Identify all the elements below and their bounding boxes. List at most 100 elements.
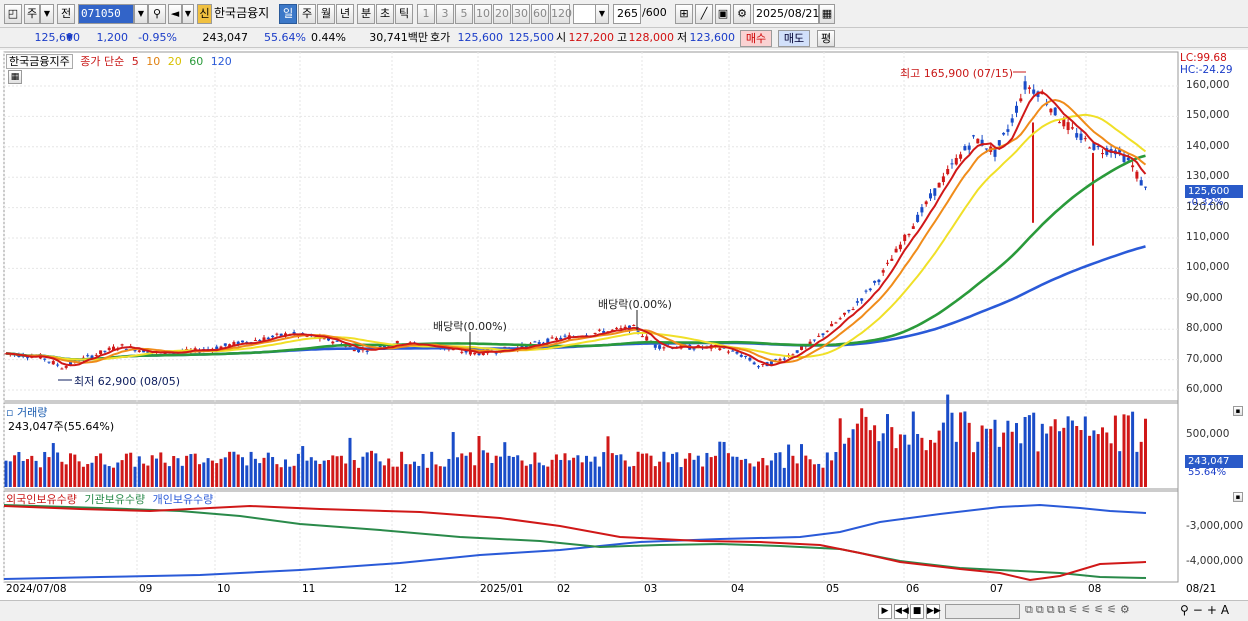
- interval-10-button[interactable]: 10: [474, 4, 492, 24]
- last-page-icon[interactable]: ▶▶: [926, 604, 941, 619]
- volume-bar: [339, 455, 343, 487]
- chart-type-icon[interactable]: ⊞: [675, 4, 693, 24]
- legend-ma-60: 60: [189, 55, 204, 68]
- volume-close-icon[interactable]: ▪: [1233, 406, 1243, 416]
- period-year-button[interactable]: 년: [336, 4, 354, 24]
- volume-bar: [1010, 431, 1014, 487]
- volume-bar: [834, 452, 838, 487]
- volume-bar: [185, 455, 189, 487]
- interval-30-button[interactable]: 30: [512, 4, 530, 24]
- candle-body: [744, 355, 748, 357]
- sell-button[interactable]: 매도: [778, 30, 810, 47]
- count-max: /600: [642, 6, 667, 19]
- gear-icon[interactable]: ⚙: [733, 4, 751, 24]
- volume-bar: [1049, 426, 1053, 487]
- volume-bar: [8, 461, 12, 487]
- interval-dropdown-icon[interactable]: ▼: [595, 4, 609, 24]
- calendar-icon[interactable]: ▦: [819, 4, 835, 24]
- candle-body: [43, 358, 47, 360]
- period-month-button[interactable]: 월: [317, 4, 335, 24]
- volume-bar: [941, 422, 945, 487]
- interval-1-button[interactable]: 1: [417, 4, 435, 24]
- zoom-controls[interactable]: ⚲−+A: [1180, 603, 1233, 617]
- scroll-right-icon[interactable]: ▶: [878, 604, 892, 619]
- candle-body: [137, 350, 141, 352]
- interval-5-button[interactable]: 5: [455, 4, 473, 24]
- volume-bar: [778, 452, 782, 487]
- period-second-button[interactable]: 초: [376, 4, 394, 24]
- interval-3-button[interactable]: 3: [436, 4, 454, 24]
- chart-canvas[interactable]: [0, 50, 1248, 601]
- period-tick-button[interactable]: 틱: [395, 4, 413, 24]
- volume-bar: [73, 454, 77, 487]
- volume-bar: [447, 458, 451, 487]
- volume-bar: [744, 458, 748, 487]
- period-dropdown-icon[interactable]: ▼: [40, 4, 54, 24]
- volume-bar: [146, 465, 150, 487]
- period-week-button[interactable]: 주: [298, 4, 316, 24]
- candle-body: [997, 140, 1001, 146]
- candle-body: [873, 280, 877, 283]
- window-menu-icon[interactable]: ◰: [4, 4, 22, 24]
- table-icon[interactable]: ▦: [8, 70, 22, 84]
- bid-ask-label: 호가: [430, 31, 451, 44]
- play-icon[interactable]: ■: [910, 604, 924, 619]
- volume-bar: [572, 457, 576, 487]
- holding-close-icon[interactable]: ▪: [1233, 492, 1243, 502]
- volume-bar: [38, 467, 42, 487]
- volume-bar: [4, 460, 8, 487]
- first-page-icon[interactable]: ◀◀: [894, 604, 909, 619]
- period-minute-button[interactable]: 분: [357, 4, 375, 24]
- volume-bar: [580, 462, 584, 487]
- volume-bar: [688, 453, 692, 487]
- volume-bar: [176, 458, 180, 487]
- search-icon[interactable]: ⚲: [148, 4, 166, 24]
- price-y-tick: 60,000: [1186, 383, 1223, 395]
- prefix-button[interactable]: 전: [57, 4, 75, 24]
- volume-bar: [86, 464, 90, 487]
- volume-bar: [1027, 415, 1031, 487]
- period-day-button[interactable]: 일: [279, 4, 297, 24]
- volume-bar: [890, 427, 894, 487]
- candle-body: [1027, 87, 1031, 89]
- interval-60-button[interactable]: 60: [531, 4, 549, 24]
- volume-bar: [228, 451, 232, 487]
- speaker-dropdown-icon[interactable]: ▼: [182, 4, 194, 24]
- draw-tool-icon[interactable]: ╱: [695, 4, 713, 24]
- volume-bar: [370, 450, 373, 487]
- x-tick-label: 08: [1088, 583, 1102, 595]
- layout-icons[interactable]: ⧉⧉⧉⧉⚟⚟⚟⚟⚙: [1025, 603, 1133, 617]
- chart-area[interactable]: 한국금융지주 종가 단순 5 10 20 60 120 ▦ LC:99.68 H…: [0, 50, 1248, 601]
- date-input[interactable]: 2025/08/21: [753, 4, 819, 24]
- volume-bar: [516, 455, 520, 487]
- stock-code-input[interactable]: 071050: [78, 4, 134, 24]
- scrollbar[interactable]: [945, 604, 1020, 619]
- volume-bar: [640, 453, 644, 487]
- interval-120-button[interactable]: 120: [550, 4, 572, 24]
- volume-bar: [1096, 434, 1100, 487]
- code-dropdown-icon[interactable]: ▼: [134, 4, 148, 24]
- period-main-select[interactable]: 주: [24, 4, 40, 24]
- volume-bar: [309, 457, 313, 487]
- candle-body: [911, 226, 915, 229]
- candle-body: [593, 332, 597, 334]
- x-tick-label: 06: [906, 583, 920, 595]
- save-icon[interactable]: ▣: [715, 4, 731, 24]
- candle-body: [933, 188, 937, 196]
- candle-body: [554, 338, 558, 341]
- legend-stock-name[interactable]: 한국금융지주: [6, 54, 73, 69]
- buy-button[interactable]: 매수: [740, 30, 772, 47]
- interval-20-button[interactable]: 20: [493, 4, 511, 24]
- volume-bar: [868, 430, 872, 487]
- eval-button[interactable]: 평: [817, 30, 835, 47]
- volume-bar: [739, 459, 743, 487]
- count-input[interactable]: 265: [613, 4, 641, 24]
- volume-bar: [417, 465, 421, 487]
- volume-bar: [365, 452, 369, 487]
- volume-bar: [1045, 433, 1049, 487]
- speaker-icon[interactable]: ◄: [168, 4, 182, 24]
- candle-body: [774, 358, 778, 360]
- candle-body: [645, 336, 649, 341]
- volume-bar: [993, 419, 997, 487]
- holding-y-tick-1: -3,000,000: [1186, 520, 1244, 532]
